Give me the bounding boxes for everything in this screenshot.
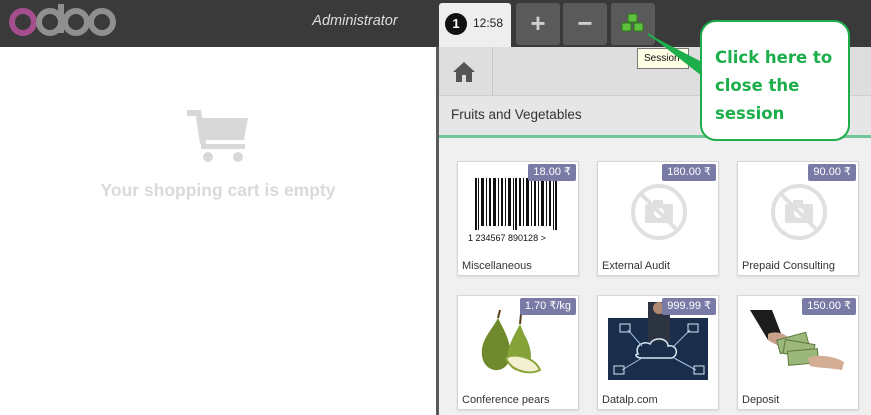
product-name: Prepaid Consulting <box>742 260 835 272</box>
product-tile[interactable]: 999.99 ₹ Datalp.com <box>597 295 719 410</box>
product-price: 180.00 ₹ <box>662 164 716 181</box>
annotation-line-3: session <box>715 104 785 123</box>
add-order-button[interactable]: + <box>516 3 560 45</box>
session-tooltip: Session <box>637 48 689 69</box>
category-title[interactable]: Fruits and Vegetables <box>451 107 582 122</box>
product-name: Datalp.com <box>602 394 658 406</box>
pos-screen: Administrator 1 12:58 + − Your shopping … <box>0 0 871 415</box>
order-tab[interactable]: 1 12:58 <box>439 3 511 47</box>
empty-cart-message: Your shopping cart is empty <box>100 180 336 200</box>
product-tile[interactable]: 1 234567 890128 > 18.00 ₹ Miscellaneous <box>457 161 579 276</box>
order-time: 12:58 <box>473 16 504 30</box>
annotation-callout: Click here to close the session <box>700 20 850 141</box>
product-name: Miscellaneous <box>462 260 532 272</box>
home-icon <box>453 62 475 82</box>
product-price: 150.00 ₹ <box>802 298 856 315</box>
order-number-badge: 1 <box>445 13 467 35</box>
product-tile[interactable]: 1.70 ₹/kg Conference pears <box>457 295 579 410</box>
user-name[interactable]: Administrator <box>290 13 420 29</box>
product-name: Conference pears <box>462 394 550 406</box>
barcode-number: 1 234567 890128 > <box>468 233 546 243</box>
sessions-icon <box>621 13 644 32</box>
close-session-button[interactable] <box>611 3 655 45</box>
home-button[interactable] <box>439 47 493 96</box>
product-price: 18.00 ₹ <box>528 164 576 181</box>
product-tile[interactable]: 150.00 ₹ Deposit <box>737 295 859 410</box>
product-tile[interactable]: 90.00 ₹ Prepaid Consulting <box>737 161 859 276</box>
order-pane: Your shopping cart is empty <box>0 47 436 415</box>
product-price: 1.70 ₹/kg <box>519 298 576 315</box>
annotation-line-2: close the <box>715 76 800 95</box>
product-tile[interactable]: 180.00 ₹ External Audit <box>597 161 719 276</box>
product-price: 999.99 ₹ <box>662 298 716 315</box>
product-name: External Audit <box>602 260 670 272</box>
remove-order-button[interactable]: − <box>563 3 607 45</box>
product-price: 90.00 ₹ <box>808 164 856 181</box>
annotation-line-1: Click here to <box>715 48 833 67</box>
shopping-cart-icon <box>187 110 248 162</box>
odoo-logo <box>9 4 116 36</box>
product-name: Deposit <box>742 394 780 406</box>
